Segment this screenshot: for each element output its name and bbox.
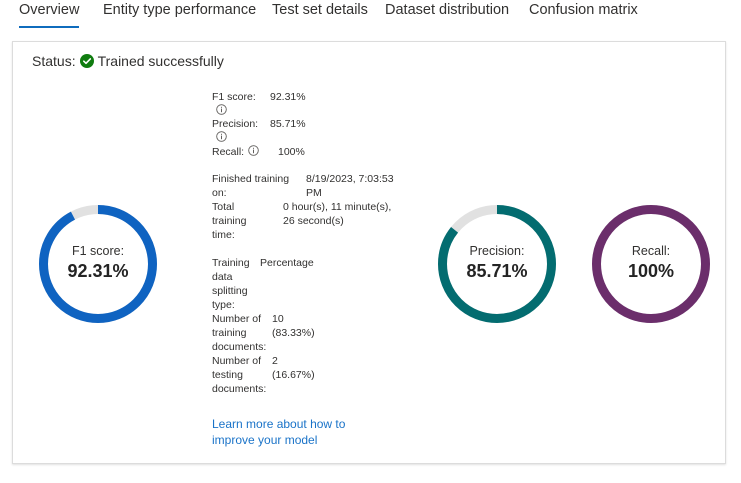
recall-ring: Recall: 100% <box>591 204 711 324</box>
finished-training-label: Finished training on: <box>212 173 290 199</box>
f1-score-ring: F1 score: 92.31% <box>38 204 158 324</box>
tab-entity-type-performance[interactable]: Entity type performance <box>103 2 256 18</box>
tab-test-set-details[interactable]: Test set details <box>272 2 368 18</box>
splitting-type-label: Training data splitting type: <box>212 257 250 311</box>
precision-summary-label: Precision: <box>212 118 259 130</box>
training-documents-label: Number of training documents: <box>212 313 267 353</box>
precision-ring-value: 85.71% <box>466 261 528 281</box>
overview-card: Status: Trained successfully F1 score: 9… <box>12 41 726 464</box>
total-training-time-label: Total training time: <box>212 201 247 241</box>
splitting-type-value: Percentage <box>260 257 314 269</box>
learn-more-link[interactable]: Learn more about how to improve your mod… <box>212 416 352 448</box>
recall-summary-value: 100% <box>278 146 305 158</box>
status-label: Status: <box>32 53 76 69</box>
tab-dataset-distribution[interactable]: Dataset distribution <box>385 2 509 18</box>
info-icon[interactable] <box>248 145 259 156</box>
precision-ring-label: Precision: <box>469 244 525 258</box>
tab-confusion-matrix[interactable]: Confusion matrix <box>529 2 638 18</box>
testing-documents-label: Number of testing documents: <box>212 355 267 395</box>
f1-score-ring-value: 92.31% <box>67 261 129 281</box>
f1-score-summary-value: 92.31% <box>270 91 306 103</box>
precision-ring: Precision: 85.71% <box>437 204 557 324</box>
status-value: Trained successfully <box>97 53 224 69</box>
testing-documents-value: 2 (16.67%) <box>272 355 315 381</box>
tab-bar: Overview Entity type performance Test se… <box>0 0 741 30</box>
info-icon[interactable] <box>216 131 227 142</box>
recall-ring-label: Recall: <box>631 244 671 258</box>
recall-ring-value: 100% <box>627 261 675 281</box>
tab-overview[interactable]: Overview <box>19 2 79 18</box>
recall-summary-label: Recall: <box>212 146 245 158</box>
total-training-time-value: 0 hour(s), 11 minute(s), 26 second(s) <box>283 201 392 227</box>
precision-summary-value: 85.71% <box>270 118 306 130</box>
info-icon[interactable] <box>216 104 227 115</box>
f1-score-summary-label: F1 score: <box>212 91 256 103</box>
finished-training-value: 8/19/2023, 7:03:53 PM <box>306 173 394 199</box>
training-documents-value: 10 (83.33%) <box>272 313 315 339</box>
check-circle-icon <box>79 54 94 68</box>
f1-score-summary: F1 score: <box>212 90 256 104</box>
training-status: Status: Trained successfully <box>32 53 224 69</box>
f1-score-ring-label: F1 score: <box>71 244 125 258</box>
active-tab-indicator <box>19 26 79 28</box>
